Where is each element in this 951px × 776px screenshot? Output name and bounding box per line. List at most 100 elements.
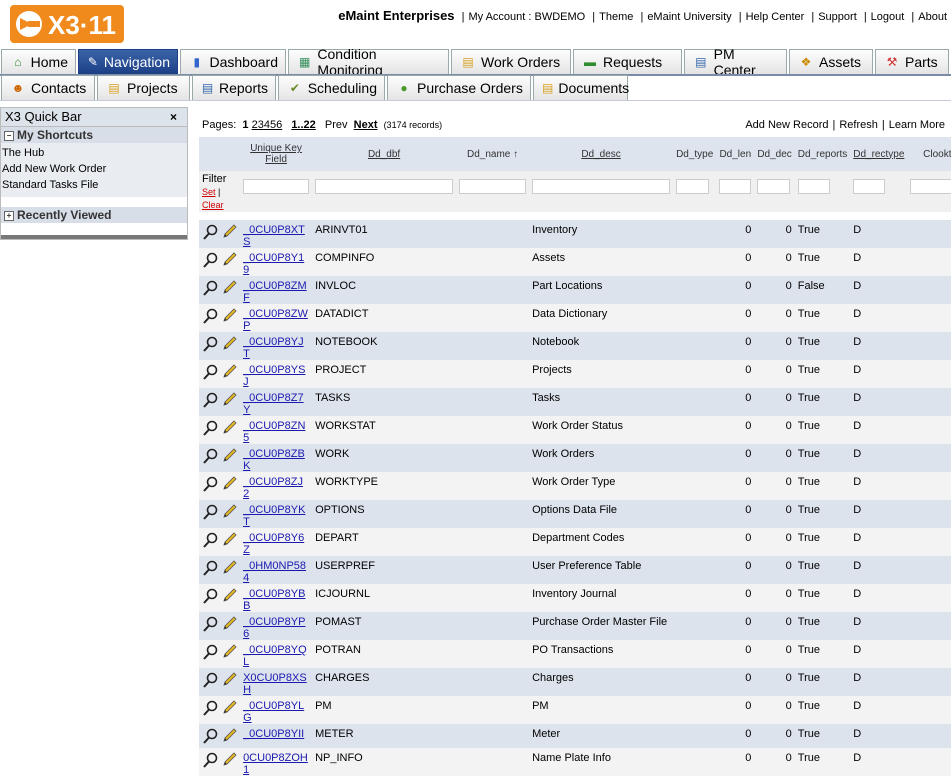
unique-key-link[interactable]: X0CU0P8XSH	[243, 672, 307, 696]
view-icon[interactable]	[202, 616, 219, 633]
unique-key-link[interactable]: 0CU0P8ZOH1	[243, 752, 308, 776]
unique-key-link[interactable]: _0HM0NP584	[243, 560, 306, 584]
col-dd-rectype[interactable]: Dd_rectype	[850, 137, 908, 171]
tab-pm-center[interactable]: ▤ PM Center	[684, 46, 787, 78]
view-icon[interactable]	[202, 728, 219, 745]
edit-pencil-icon[interactable]	[222, 392, 237, 407]
unique-key-link[interactable]: _0CU0P8YII	[243, 728, 304, 740]
filter-dbf-input[interactable]	[315, 179, 454, 194]
filter-name-input[interactable]	[459, 179, 527, 194]
edit-pencil-icon[interactable]	[222, 532, 237, 547]
col-unique-key[interactable]: Unique Key Field	[240, 137, 313, 171]
col-dd-dbf[interactable]: Dd_dbf	[312, 137, 457, 171]
help-center-link[interactable]: Help Center	[746, 11, 805, 23]
shortcut-standard-tasks[interactable]: Standard Tasks File	[1, 177, 187, 193]
tab-home[interactable]: ⌂ Home	[1, 49, 76, 74]
tab-condition-monitoring[interactable]: ▦ Condition Monitoring	[288, 46, 449, 78]
tab-projects[interactable]: ▤ Projects	[97, 75, 190, 100]
edit-pencil-icon[interactable]	[222, 448, 237, 463]
filter-type-input[interactable]	[676, 179, 710, 194]
shortcut-add-work-order[interactable]: Add New Work Order	[1, 161, 187, 177]
filter-set-link[interactable]: Set	[202, 187, 216, 197]
edit-pencil-icon[interactable]	[222, 728, 237, 743]
view-icon[interactable]	[202, 224, 219, 241]
unique-key-link[interactable]: _0CU0P8Y6Z	[243, 532, 304, 556]
tab-parts[interactable]: ⚒ Parts	[875, 49, 949, 74]
col-dd-len[interactable]: Dd_len	[716, 137, 755, 171]
edit-pencil-icon[interactable]	[222, 476, 237, 491]
view-icon[interactable]	[202, 672, 219, 689]
tab-requests[interactable]: ▬ Requests	[573, 49, 682, 74]
view-icon[interactable]	[202, 364, 219, 381]
page-link[interactable]: 6	[276, 119, 282, 131]
my-shortcuts-header[interactable]: − My Shortcuts	[1, 127, 187, 143]
view-icon[interactable]	[202, 280, 219, 297]
next-link[interactable]: Next	[354, 119, 378, 131]
view-icon[interactable]	[202, 504, 219, 521]
view-icon[interactable]	[202, 752, 219, 769]
col-dd-type[interactable]: Dd_type	[673, 137, 717, 171]
tab-scheduling[interactable]: ✔ Scheduling	[278, 75, 385, 100]
view-icon[interactable]	[202, 560, 219, 577]
unique-key-link[interactable]: _0CU0P8YJT	[243, 336, 304, 360]
unique-key-link[interactable]: _0CU0P8YKT	[243, 504, 305, 528]
unique-key-link[interactable]: _0CU0P8YSJ	[243, 364, 305, 388]
edit-pencil-icon[interactable]	[222, 308, 237, 323]
unique-key-link[interactable]: _0CU0P8Y19	[243, 252, 304, 276]
view-icon[interactable]	[202, 644, 219, 661]
view-icon[interactable]	[202, 392, 219, 409]
filter-rectype-input[interactable]	[853, 179, 886, 194]
edit-pencil-icon[interactable]	[222, 336, 237, 351]
unique-key-link[interactable]: _0CU0P8ZJ2	[243, 476, 303, 500]
tab-reports[interactable]: ▤ Reports	[192, 75, 276, 100]
edit-pencil-icon[interactable]	[222, 616, 237, 631]
tab-contacts[interactable]: ☻ Contacts	[1, 75, 95, 100]
tab-assets[interactable]: ❖ Assets	[789, 49, 873, 74]
unique-key-link[interactable]: _0CU0P8Z7Y	[243, 392, 304, 416]
edit-pencil-icon[interactable]	[222, 420, 237, 435]
tab-navigation[interactable]: ✎ Navigation	[78, 49, 178, 74]
filter-clear-link[interactable]: Clear	[202, 200, 224, 210]
edit-pencil-icon[interactable]	[222, 560, 237, 575]
support-link[interactable]: Support	[818, 11, 857, 23]
filter-clooktype-input[interactable]	[910, 179, 951, 194]
view-icon[interactable]	[202, 252, 219, 269]
unique-key-link[interactable]: _0CU0P8YLG	[243, 700, 304, 724]
edit-pencil-icon[interactable]	[222, 364, 237, 379]
col-dd-reports[interactable]: Dd_reports	[794, 137, 851, 171]
shortcut-the-hub[interactable]: The Hub	[1, 145, 187, 161]
recently-viewed-header[interactable]: + Recently Viewed	[1, 207, 187, 223]
col-clooktype[interactable]: Clooktype	[907, 137, 951, 171]
unique-key-link[interactable]: _0CU0P8ZWP	[243, 308, 308, 332]
unique-key-link[interactable]: _0CU0P8YQL	[243, 644, 307, 668]
unique-key-link[interactable]: _0CU0P8YBB	[243, 588, 305, 612]
edit-pencil-icon[interactable]	[222, 752, 237, 767]
tab-dashboard[interactable]: ▮ Dashboard	[180, 49, 286, 74]
edit-pencil-icon[interactable]	[222, 700, 237, 715]
col-dd-desc[interactable]: Dd_desc	[529, 137, 674, 171]
view-icon[interactable]	[202, 588, 219, 605]
col-dd-dec[interactable]: Dd_dec	[754, 137, 795, 171]
expand-icon[interactable]: +	[4, 210, 14, 221]
unique-key-link[interactable]: _0CU0P8ZN5	[243, 420, 305, 444]
view-icon[interactable]	[202, 308, 219, 325]
edit-pencil-icon[interactable]	[222, 280, 237, 295]
my-account-link[interactable]: My Account : BWDEMO	[468, 11, 585, 23]
theme-link[interactable]: Theme	[599, 11, 633, 23]
about-link[interactable]: About	[918, 11, 947, 23]
filter-reports-input[interactable]	[797, 179, 830, 194]
view-icon[interactable]	[202, 532, 219, 549]
page-link[interactable]: 2	[252, 119, 258, 131]
edit-pencil-icon[interactable]	[222, 672, 237, 687]
edit-pencil-icon[interactable]	[222, 504, 237, 519]
page-link[interactable]: 3	[258, 119, 264, 131]
tab-documents[interactable]: ▤ Documents	[533, 75, 629, 100]
unique-key-link[interactable]: _0CU0P8YP6	[243, 616, 305, 640]
filter-dec-input[interactable]	[757, 179, 791, 194]
page-range-link[interactable]: 1..22	[291, 119, 315, 131]
edit-pencil-icon[interactable]	[222, 252, 237, 267]
close-icon[interactable]: ×	[170, 108, 177, 126]
filter-len-input[interactable]	[719, 179, 752, 194]
filter-desc-input[interactable]	[532, 179, 671, 194]
collapse-icon[interactable]: −	[4, 130, 14, 141]
